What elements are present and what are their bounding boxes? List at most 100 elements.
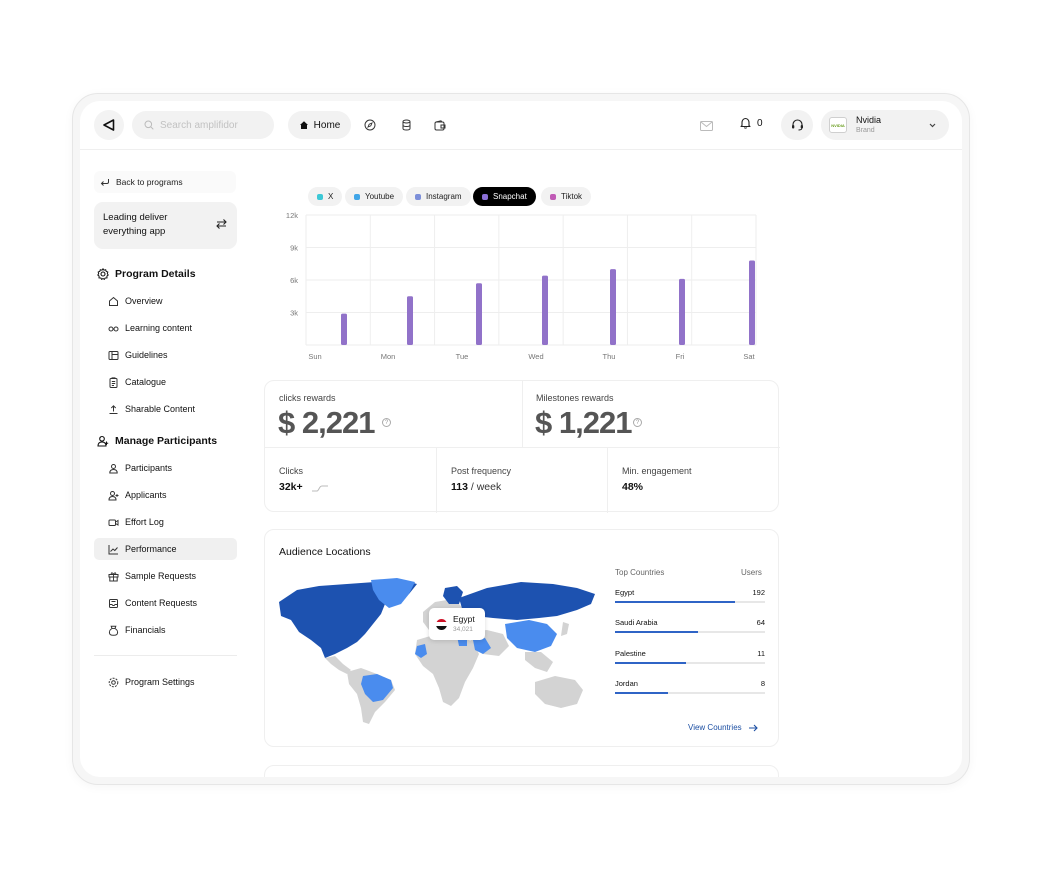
sidebar-item-content-requests[interactable]: Content Requests [94, 592, 237, 614]
compass-icon [364, 119, 376, 131]
y-tick-label: 12k [286, 211, 298, 220]
brand-switcher[interactable]: NVIDIA Nvidia Brand [821, 110, 949, 140]
map-southeast-asia[interactable] [525, 652, 553, 672]
next-section-card [264, 765, 779, 777]
sidebar-item-program-settings[interactable]: Program Settings [94, 671, 237, 693]
country-users: 192 [752, 588, 765, 597]
sidebar-item-guidelines[interactable]: Guidelines [94, 344, 237, 366]
back-to-programs-link[interactable]: Back to programs [94, 171, 236, 193]
sidebar-item-participants[interactable]: Participants [94, 457, 237, 479]
metric-divider-1 [436, 447, 437, 513]
y-tick-label: 9k [290, 244, 298, 253]
milestones-rewards-label: Milestones rewards [536, 393, 614, 403]
program-details-header: Program Details [97, 268, 196, 280]
clicks-rewards-value: $ 2,221 [278, 405, 375, 440]
topbar-divider [80, 149, 962, 150]
nav-explore-button[interactable] [363, 118, 377, 132]
program-switcher[interactable]: Leading deliver everything app [94, 202, 237, 249]
sidebar-item-catalogue[interactable]: Catalogue [94, 371, 237, 393]
clipboard-icon [109, 376, 118, 388]
notifications-button[interactable]: 0 [740, 117, 763, 129]
country-name: Egypt [615, 588, 635, 597]
glasses-icon [108, 326, 119, 331]
clicks-value: 32k+ [279, 481, 303, 493]
users-header: Users [741, 568, 762, 577]
video-icon [108, 519, 119, 526]
engagement-bar-chart: 12k 9k 6k 3k Sun Mon Tue Wed Thu Fri Sat [286, 211, 757, 361]
tab-snapchat[interactable]: Snapchat [473, 187, 536, 206]
youtube-color-dot [354, 193, 360, 200]
search-bar[interactable] [132, 111, 274, 139]
map-australia[interactable] [535, 676, 583, 708]
nav-home-button[interactable]: Home [288, 111, 351, 139]
country-progress-fill [615, 601, 735, 603]
y-tick-label: 6k [290, 276, 298, 285]
gear-icon [97, 268, 109, 280]
instagram-color-dot [415, 193, 421, 200]
mail-button[interactable] [700, 118, 713, 136]
sidebar-item-performance[interactable]: Performance [94, 538, 237, 560]
support-button[interactable] [781, 110, 813, 140]
metric-divider-2 [607, 447, 608, 513]
tab-youtube[interactable]: Youtube [345, 187, 404, 206]
country-name: Jordan [615, 679, 638, 688]
country-progress-track [615, 662, 765, 664]
map-japan[interactable] [561, 622, 569, 636]
map-china[interactable] [505, 620, 557, 652]
tab-label: X [328, 192, 334, 201]
bar [542, 275, 548, 345]
return-arrow-icon [100, 178, 109, 186]
bar [679, 278, 685, 345]
nav-home-label: Home [313, 119, 341, 131]
sidebar-divider [94, 655, 237, 656]
country-name: Saudi Arabia [615, 618, 658, 627]
x-tick-label: Wed [528, 352, 543, 361]
nav-wallet-button[interactable] [433, 118, 447, 132]
sidebar-item-sample-requests[interactable]: Sample Requests [94, 565, 237, 587]
arrow-right-icon [748, 724, 758, 731]
sidebar-item-financials[interactable]: Financials [94, 619, 237, 641]
tab-tiktok[interactable]: Tiktok [541, 187, 592, 206]
bar [407, 296, 413, 345]
logo-button[interactable] [94, 110, 124, 140]
view-countries-label: View Countries [688, 723, 742, 732]
sidebar-item-sharable-content[interactable]: Sharable Content [94, 398, 237, 420]
tab-x[interactable]: X [308, 187, 343, 206]
tooltip-country: Egypt [453, 614, 475, 625]
sidebar-item-effort-log[interactable]: Effort Log [94, 511, 237, 533]
sidebar-item-overview[interactable]: Overview [94, 290, 237, 312]
help-icon[interactable]: ? [633, 418, 642, 427]
app-window: Home 0 NVIDIA Nvidia Brand Back to progr… [80, 101, 962, 777]
search-input[interactable] [160, 119, 270, 131]
nav-database-button[interactable] [399, 118, 413, 132]
x-tick-label: Mon [381, 352, 396, 361]
sidebar-item-label: Guidelines [125, 350, 168, 360]
mail-icon [700, 121, 713, 131]
map-central-america[interactable] [325, 656, 351, 674]
tab-instagram[interactable]: Instagram [406, 187, 471, 206]
help-icon[interactable]: ? [382, 418, 391, 427]
program-details-title: Program Details [115, 268, 196, 280]
sidebar-item-learning-content[interactable]: Learning content [94, 317, 237, 339]
country-progress-fill [615, 692, 668, 694]
map-tooltip: Egypt 34,021 [429, 608, 485, 640]
x-tick-label: Thu [603, 352, 616, 361]
view-countries-link[interactable]: View Countries [688, 723, 758, 732]
manage-participants-title: Manage Participants [115, 435, 218, 447]
nvidia-logo-icon: NVIDIA [829, 117, 847, 133]
country-progress-fill [615, 631, 698, 633]
top-countries-header: Top Countries [615, 568, 665, 577]
world-map [279, 578, 595, 724]
gift-icon [108, 571, 119, 581]
sidebar-item-label: Sample Requests [125, 571, 197, 581]
sidebar-item-applicants[interactable]: Applicants [94, 484, 237, 506]
tab-label: Youtube [365, 192, 395, 201]
headset-icon [791, 119, 803, 131]
bar [749, 260, 755, 345]
sidebar-item-label: Sharable Content [125, 404, 196, 414]
home-icon [299, 121, 308, 129]
tab-label: Snapchat [493, 192, 527, 201]
money-bag-icon [108, 625, 119, 636]
home-icon [109, 296, 118, 306]
clicks-rewards-label: clicks rewards [279, 393, 336, 403]
